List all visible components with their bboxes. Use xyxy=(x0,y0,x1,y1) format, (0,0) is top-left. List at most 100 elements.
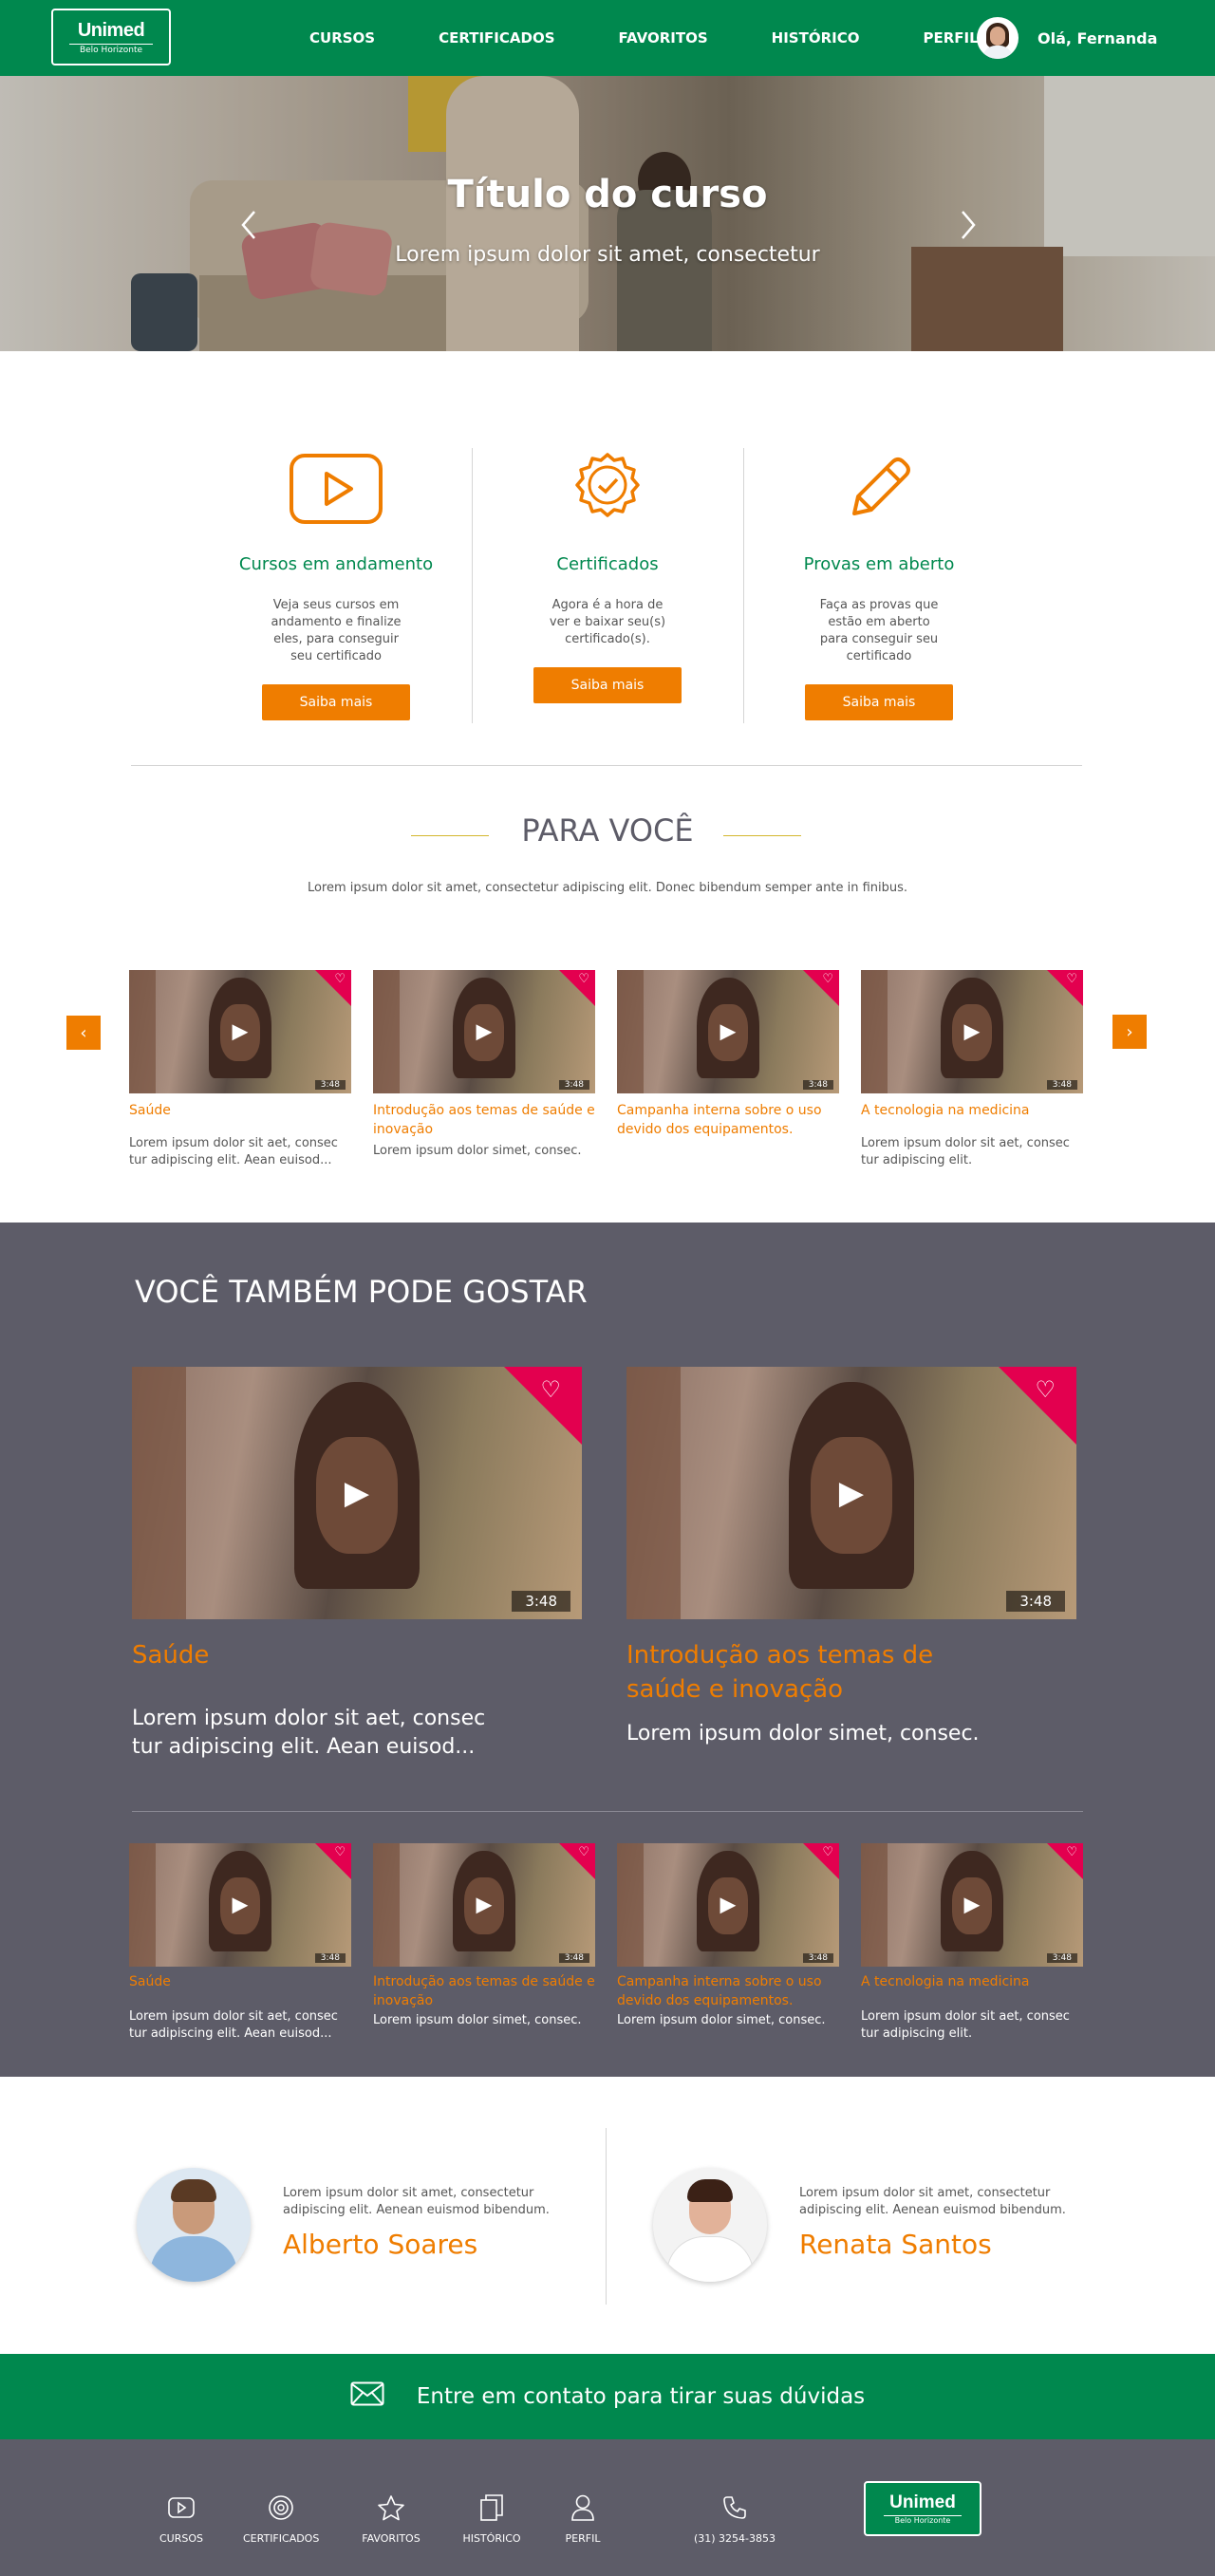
heart-icon[interactable]: ♡ xyxy=(334,972,346,986)
course-card[interactable]: ♡ ▶ 3:48 Saúde Lorem ipsum dolor sit aet… xyxy=(129,970,351,1169)
footer-label[interactable]: (31) 3254-3853 xyxy=(687,2532,782,2545)
heart-icon[interactable]: ♡ xyxy=(578,1845,589,1859)
course-card[interactable]: ♡ ▶ 3:48 A tecnologia na medicina Lorem … xyxy=(861,1843,1083,2043)
carousel-prev-button[interactable]: ‹ xyxy=(66,1016,101,1050)
footer-link-favoritos[interactable]: FAVORITOS xyxy=(357,2491,425,2545)
card-description: Lorem ipsum dolor simet, consec. xyxy=(373,2013,582,2027)
course-card[interactable]: ♡ ▶ 3:48 Introdução aos temas de saúde e… xyxy=(373,1843,595,2029)
user-avatar[interactable] xyxy=(977,17,1019,59)
course-card[interactable]: ♡ ▶ 3:48 Saúde Lorem ipsum dolor sit aet… xyxy=(129,1843,351,2043)
nav-certificados[interactable]: CERTIFICADOS xyxy=(439,29,554,47)
hero-banner: Título do curso Lorem ipsum dolor sit am… xyxy=(0,76,1215,351)
course-card[interactable]: ♡ ▶ 3:48 Campanha interna sobre o uso de… xyxy=(617,1843,839,2029)
footer-phone[interactable]: (31) 3254-3853 xyxy=(687,2491,782,2545)
video-thumbnail[interactable]: ♡ ▶ 3:48 xyxy=(132,1367,582,1619)
heart-icon[interactable]: ♡ xyxy=(334,1845,346,1859)
footer-link-certificados[interactable]: CERTIFICADOS xyxy=(243,2491,319,2545)
footer-label[interactable]: PERFIL xyxy=(558,2532,608,2545)
video-thumbnail[interactable]: ♡ ▶ 3:48 xyxy=(129,970,351,1093)
play-icon[interactable]: ▶ xyxy=(477,1020,493,1044)
play-icon[interactable]: ▶ xyxy=(720,1020,737,1044)
footer-link-cursos[interactable]: CURSOS xyxy=(158,2491,205,2545)
play-icon[interactable]: ▶ xyxy=(233,1020,249,1044)
course-card-large[interactable]: ♡ ▶ 3:48 Saúde Lorem ipsum dolor sit aet… xyxy=(132,1367,582,1762)
video-duration: 3:48 xyxy=(512,1591,570,1612)
card-title[interactable]: Introdução aos temas de saúde e inovação xyxy=(626,1638,987,1707)
card-title[interactable]: Introdução aos temas de saúde e inovação xyxy=(373,1972,595,2010)
testimonial-avatar xyxy=(653,2168,767,2282)
recommendations-section: VOCÊ TAMBÉM PODE GOSTAR ♡ ▶ 3:48 Saúde L… xyxy=(0,1223,1215,2077)
nav-cursos[interactable]: CURSOS xyxy=(309,29,375,47)
footer-link-perfil[interactable]: PERFIL xyxy=(558,2491,608,2545)
heart-icon[interactable]: ♡ xyxy=(540,1376,561,1403)
card-title[interactable]: Campanha interna sobre o uso devido dos … xyxy=(617,1972,839,2010)
play-icon[interactable]: ▶ xyxy=(720,1894,737,1917)
course-card[interactable]: ♡ ▶ 3:48 A tecnologia na medicina Lorem … xyxy=(861,970,1083,1169)
footer-label[interactable]: CERTIFICADOS xyxy=(243,2532,319,2545)
saiba-mais-button[interactable]: Saiba mais xyxy=(805,684,953,720)
video-thumbnail[interactable]: ♡ ▶ 3:48 xyxy=(861,1843,1083,1967)
play-icon xyxy=(200,446,472,532)
footer-link-historico[interactable]: HISTÓRICO xyxy=(459,2491,524,2545)
card-description: Lorem ipsum dolor simet, consec. xyxy=(373,1144,582,1158)
card-title[interactable]: Saúde xyxy=(129,1101,351,1120)
play-icon[interactable]: ▶ xyxy=(477,1894,493,1917)
user-greeting[interactable]: Olá, Fernanda xyxy=(1037,29,1157,47)
nav-perfil[interactable]: PERFIL xyxy=(923,29,978,47)
feature-certificados: Certificados Agora é a hora de ver e bai… xyxy=(472,446,743,703)
course-card[interactable]: ♡ ▶ 3:48 Campanha interna sobre o uso de… xyxy=(617,970,839,1139)
heart-icon[interactable]: ♡ xyxy=(822,1845,833,1859)
para-voce-description: Lorem ipsum dolor sit amet, consectetur … xyxy=(307,881,908,895)
user-menu[interactable]: Olá, Fernanda xyxy=(977,17,1157,59)
play-icon[interactable]: ▶ xyxy=(233,1894,249,1917)
video-thumbnail[interactable]: ♡ ▶ 3:48 xyxy=(617,1843,839,1967)
feature-text: Veja seus cursos em andamento e finalize… xyxy=(271,598,402,663)
feature-text: Agora é a hora de ver e baixar seu(s) ce… xyxy=(549,598,666,646)
card-title[interactable]: Saúde xyxy=(129,1972,351,1991)
heart-icon[interactable]: ♡ xyxy=(1035,1376,1056,1403)
footer-label[interactable]: CURSOS xyxy=(158,2532,205,2545)
video-thumbnail[interactable]: ♡ ▶ 3:48 xyxy=(861,970,1083,1093)
heart-icon[interactable]: ♡ xyxy=(578,972,589,986)
footer-label[interactable]: HISTÓRICO xyxy=(459,2532,524,2545)
heart-icon[interactable]: ♡ xyxy=(1066,972,1077,986)
course-card[interactable]: ♡ ▶ 3:48 Introdução aos temas de saúde e… xyxy=(373,970,595,1160)
video-duration: 3:48 xyxy=(558,1080,589,1090)
star-icon xyxy=(357,2491,425,2525)
play-icon[interactable]: ▶ xyxy=(345,1474,369,1512)
nav-historico[interactable]: HISTÓRICO xyxy=(772,29,860,47)
video-thumbnail[interactable]: ♡ ▶ 3:48 xyxy=(373,970,595,1093)
history-icon xyxy=(459,2491,524,2525)
video-thumbnail[interactable]: ♡ ▶ 3:48 xyxy=(626,1367,1076,1619)
contact-banner[interactable]: Entre em contato para tirar suas dúvidas xyxy=(0,2354,1215,2439)
heart-icon[interactable]: ♡ xyxy=(822,972,833,986)
video-duration: 3:48 xyxy=(314,1953,346,1963)
video-thumbnail[interactable]: ♡ ▶ 3:48 xyxy=(373,1843,595,1967)
certificate-icon xyxy=(243,2491,319,2525)
play-icon[interactable]: ▶ xyxy=(964,1894,981,1917)
contact-text[interactable]: Entre em contato para tirar suas dúvidas xyxy=(417,2384,865,2409)
card-title[interactable]: Campanha interna sobre o uso devido dos … xyxy=(617,1101,839,1139)
footer-label[interactable]: FAVORITOS xyxy=(357,2532,425,2545)
saiba-mais-button[interactable]: Saiba mais xyxy=(262,684,410,720)
carousel-next-button[interactable]: › xyxy=(1112,1015,1147,1049)
card-title[interactable]: A tecnologia na medicina xyxy=(861,1101,1083,1120)
play-icon[interactable]: ▶ xyxy=(839,1474,864,1512)
course-card-large[interactable]: ♡ ▶ 3:48 Introdução aos temas de saúde e… xyxy=(626,1367,1076,1748)
card-title[interactable]: A tecnologia na medicina xyxy=(861,1972,1083,1991)
saiba-mais-button[interactable]: Saiba mais xyxy=(533,667,682,703)
nav-favoritos[interactable]: FAVORITOS xyxy=(619,29,708,47)
heart-icon[interactable]: ♡ xyxy=(1066,1845,1077,1859)
unimed-logo[interactable]: Unimed Belo Horizonte xyxy=(51,9,171,65)
footer: CURSOS CERTIFICADOS FAVORITOS HISTÓRICO … xyxy=(0,2439,1215,2576)
video-thumbnail[interactable]: ♡ ▶ 3:48 xyxy=(617,970,839,1093)
card-title[interactable]: Introdução aos temas de saúde e inovação xyxy=(373,1101,595,1139)
play-icon[interactable]: ▶ xyxy=(964,1020,981,1044)
phone-icon xyxy=(687,2491,782,2525)
footer-unimed-logo[interactable]: Unimed Belo Horizonte xyxy=(864,2481,981,2536)
testimonial-name: Renata Santos xyxy=(799,2229,992,2260)
section-title: VOCÊ TAMBÉM PODE GOSTAR xyxy=(135,1274,588,1310)
video-thumbnail[interactable]: ♡ ▶ 3:48 xyxy=(129,1843,351,1967)
card-title[interactable]: Saúde xyxy=(132,1638,493,1672)
video-duration: 3:48 xyxy=(1046,1953,1077,1963)
